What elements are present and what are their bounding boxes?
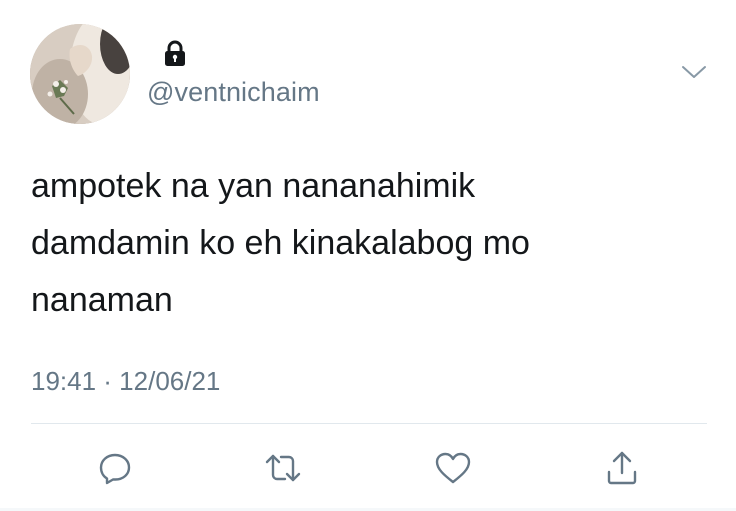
divider xyxy=(31,423,707,424)
chevron-down-icon[interactable] xyxy=(680,62,708,82)
reply-button[interactable] xyxy=(93,446,137,490)
tweet-text: ampotek na yan nananahimik damdamin ko e… xyxy=(31,158,671,329)
tweet-timestamp[interactable]: 19:41 · 12/06/21 xyxy=(31,366,220,397)
reply-icon xyxy=(99,453,131,485)
tweet-text-line: ampotek na yan nananahimik xyxy=(31,167,476,205)
avatar-image xyxy=(30,24,130,124)
tweet-text-line: nanaman xyxy=(31,281,173,319)
share-button[interactable] xyxy=(600,446,644,490)
retweet-button[interactable] xyxy=(261,446,305,490)
like-icon xyxy=(435,452,471,484)
share-icon xyxy=(607,451,637,485)
tweet-text-line: damdamin ko eh kinakalabog mo xyxy=(31,224,530,262)
tweet-card: @ventnichaim ampotek na yan nananahimik … xyxy=(0,0,736,511)
retweet-icon xyxy=(265,454,301,482)
avatar[interactable] xyxy=(30,24,130,124)
lock-icon xyxy=(165,40,185,66)
like-button[interactable] xyxy=(431,446,475,490)
user-handle[interactable]: @ventnichaim xyxy=(147,77,320,108)
